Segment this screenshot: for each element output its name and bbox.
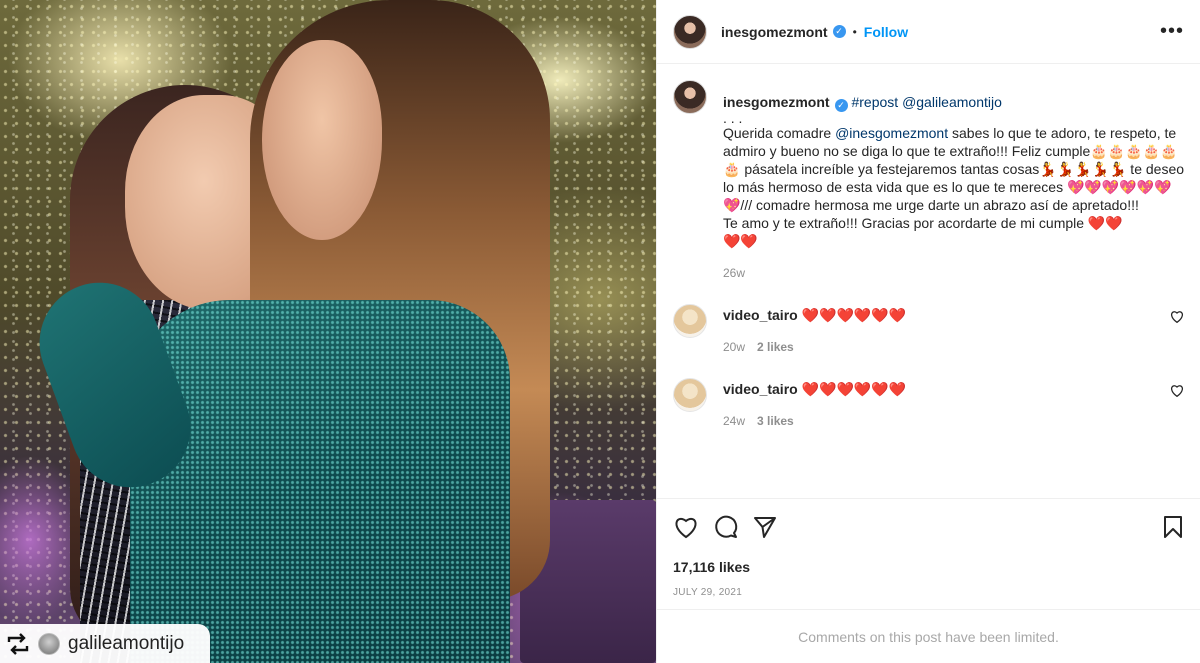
woman-right-teal-dress [130,300,510,663]
repost-watermark: galileamontijo [0,624,210,663]
comment-body: video_tairo ❤️❤️❤️❤️❤️❤️ 24w 3 likes [723,378,1184,430]
heart-outline-icon[interactable] [1170,384,1184,397]
heart-outline-icon[interactable] [1170,310,1184,323]
comments-scroll-area[interactable]: inesgomezmont ✓ #repost @galileamontijo .… [673,80,1184,498]
comment-body: video_tairo ❤️❤️❤️❤️❤️❤️ 20w 2 likes [723,304,1184,356]
action-icons-row [673,513,1184,541]
woman-right-face [262,40,382,240]
repost-handle: galileamontijo [68,632,185,654]
caption-mention-galilea[interactable]: @galileamontijo [902,94,1002,110]
comment-item: video_tairo ❤️❤️❤️❤️❤️❤️ 24w 3 likes [673,377,1184,430]
post-actions: 17,116 likes JULY 29, 2021 [657,498,1200,598]
comment-username[interactable]: video_tairo [723,381,798,397]
caption-hashtag[interactable]: #repost [851,94,898,110]
post-date[interactable]: JULY 29, 2021 [673,587,1184,598]
caption-body: inesgomezmont ✓ #repost @galileamontijo .… [723,80,1184,282]
follow-button[interactable]: Follow [864,24,908,40]
author-avatar[interactable] [673,14,707,49]
comment-likes[interactable]: 2 likes [757,338,794,356]
comment-time[interactable]: 24w [723,412,745,430]
post-header: inesgomezmont ✓ • Follow ••• [657,0,1200,64]
comment-item: video_tairo ❤️❤️❤️❤️❤️❤️ 20w 2 likes [673,303,1184,356]
comment-bubble-icon[interactable] [713,514,739,540]
verified-badge-icon: ✓ [834,98,848,112]
caption-dots: . . . [723,109,743,126]
caption-text-part2: sabes lo que te adoro, te respeto, te ad… [723,124,1184,249]
caption-text: Querida comadre @inesgomezmont sabes lo … [723,124,1184,250]
bookmark-icon[interactable] [1162,515,1184,539]
caption: inesgomezmont ✓ #repost @galileamontijo .… [673,80,1184,282]
comment-meta: 24w 3 likes [723,412,1184,430]
comment-likes[interactable]: 3 likes [757,412,794,430]
commenter-avatar[interactable] [673,377,707,412]
comment-time[interactable]: 20w [723,338,745,356]
comment-text: ❤️❤️❤️❤️❤️❤️ [801,380,907,397]
paper-plane-icon[interactable] [753,515,777,539]
post-side-panel: inesgomezmont ✓ • Follow ••• inesgomezmo… [656,0,1200,663]
caption-author-avatar[interactable] [673,80,707,114]
caption-text-part1: Querida comadre [723,124,836,141]
comment-username[interactable]: video_tairo [723,307,798,323]
author-username[interactable]: inesgomezmont [721,24,828,40]
post-photo[interactable]: galileamontijo [0,0,656,663]
repost-avatar [38,632,60,655]
caption-username[interactable]: inesgomezmont [723,94,830,110]
caption-mention-ines[interactable]: @inesgomezmont [835,125,948,141]
comments-limited-notice: Comments on this post have been limited. [657,609,1200,663]
more-options-icon[interactable]: ••• [1160,20,1184,43]
comment-meta: 20w 2 likes [723,338,1184,356]
commenter-avatar[interactable] [673,303,707,338]
verified-badge-icon: ✓ [832,25,846,38]
caption-time[interactable]: 26w [723,264,1184,282]
header-separator: • [852,24,857,39]
likes-count[interactable]: 17,116 likes [673,559,1184,575]
comment-text: ❤️❤️❤️❤️❤️❤️ [801,306,907,323]
repost-arrows-icon [6,632,30,655]
heart-outline-icon[interactable] [673,515,699,539]
